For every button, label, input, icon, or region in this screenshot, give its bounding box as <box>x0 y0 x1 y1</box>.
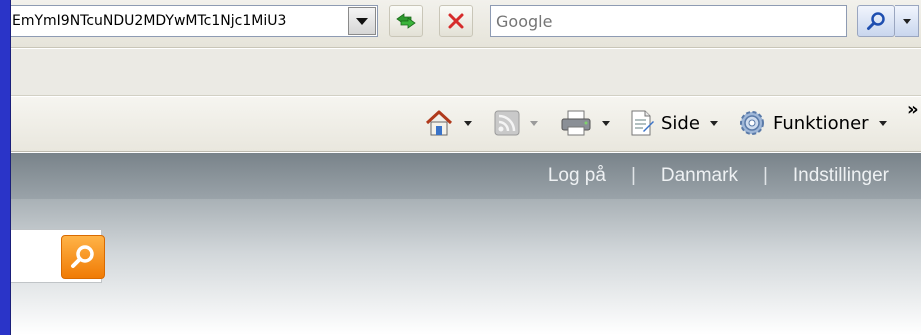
toolbar-overflow-chevron[interactable]: » <box>907 99 919 120</box>
tools-menu-button[interactable]: Funktioner <box>737 107 887 139</box>
feeds-button[interactable] <box>494 107 538 139</box>
login-link[interactable]: Log på <box>548 165 606 187</box>
header-links: Log på | Danmark | Indstillinger <box>548 165 889 187</box>
search-button[interactable] <box>857 5 895 37</box>
chevron-down-icon <box>709 120 718 126</box>
separator: | <box>630 165 636 186</box>
print-button[interactable] <box>560 107 610 139</box>
chevron-down-icon[interactable] <box>464 120 472 126</box>
page-icon <box>631 110 654 136</box>
site-header: Log på | Danmark | Indstillinger <box>0 153 921 199</box>
address-toolbar: EmYmI9NTcuNDU2MDYwMTc1Njc1MiU3 <box>0 0 921 48</box>
site-search-button[interactable] <box>61 235 105 279</box>
address-bar[interactable]: EmYmI9NTcuNDU2MDYwMTc1Njc1MiU3 <box>9 5 378 37</box>
home-button[interactable] <box>424 107 472 139</box>
stop-icon <box>448 13 464 29</box>
address-url[interactable]: EmYmI9NTcuNDU2MDYwMTc1Njc1MiU3 <box>10 13 347 29</box>
address-dropdown-button[interactable] <box>348 7 376 35</box>
chevron-down-icon <box>878 120 887 126</box>
chevron-down-icon <box>356 17 368 25</box>
rss-feed-icon <box>494 110 520 136</box>
links-toolbar <box>0 49 921 96</box>
chevron-down-icon[interactable] <box>602 120 610 126</box>
chevron-down-icon <box>902 18 911 24</box>
refresh-button[interactable] <box>389 5 423 37</box>
settings-link[interactable]: Indstillinger <box>793 165 889 187</box>
site-search-box[interactable] <box>11 229 105 283</box>
search-icon <box>71 245 94 268</box>
separator: | <box>762 165 768 186</box>
search-box[interactable] <box>490 5 847 37</box>
chevron-down-icon[interactable] <box>530 120 538 126</box>
search-input[interactable] <box>496 11 836 31</box>
tools-gear-icon <box>740 111 764 135</box>
tools-menu-label: Funktioner <box>773 112 869 134</box>
refresh-icon <box>396 13 416 29</box>
country-link[interactable]: Danmark <box>661 165 738 187</box>
search-icon <box>867 12 885 30</box>
page-menu-button[interactable]: Side <box>627 107 718 139</box>
command-bar: Side Funktioner » <box>0 97 921 152</box>
print-icon <box>561 110 591 136</box>
page-body <box>0 199 921 335</box>
left-edge-bar <box>0 0 11 335</box>
page-menu-label: Side <box>661 112 700 134</box>
stop-button[interactable] <box>439 5 473 37</box>
search-options-button[interactable] <box>895 5 919 37</box>
home-icon <box>425 110 453 136</box>
